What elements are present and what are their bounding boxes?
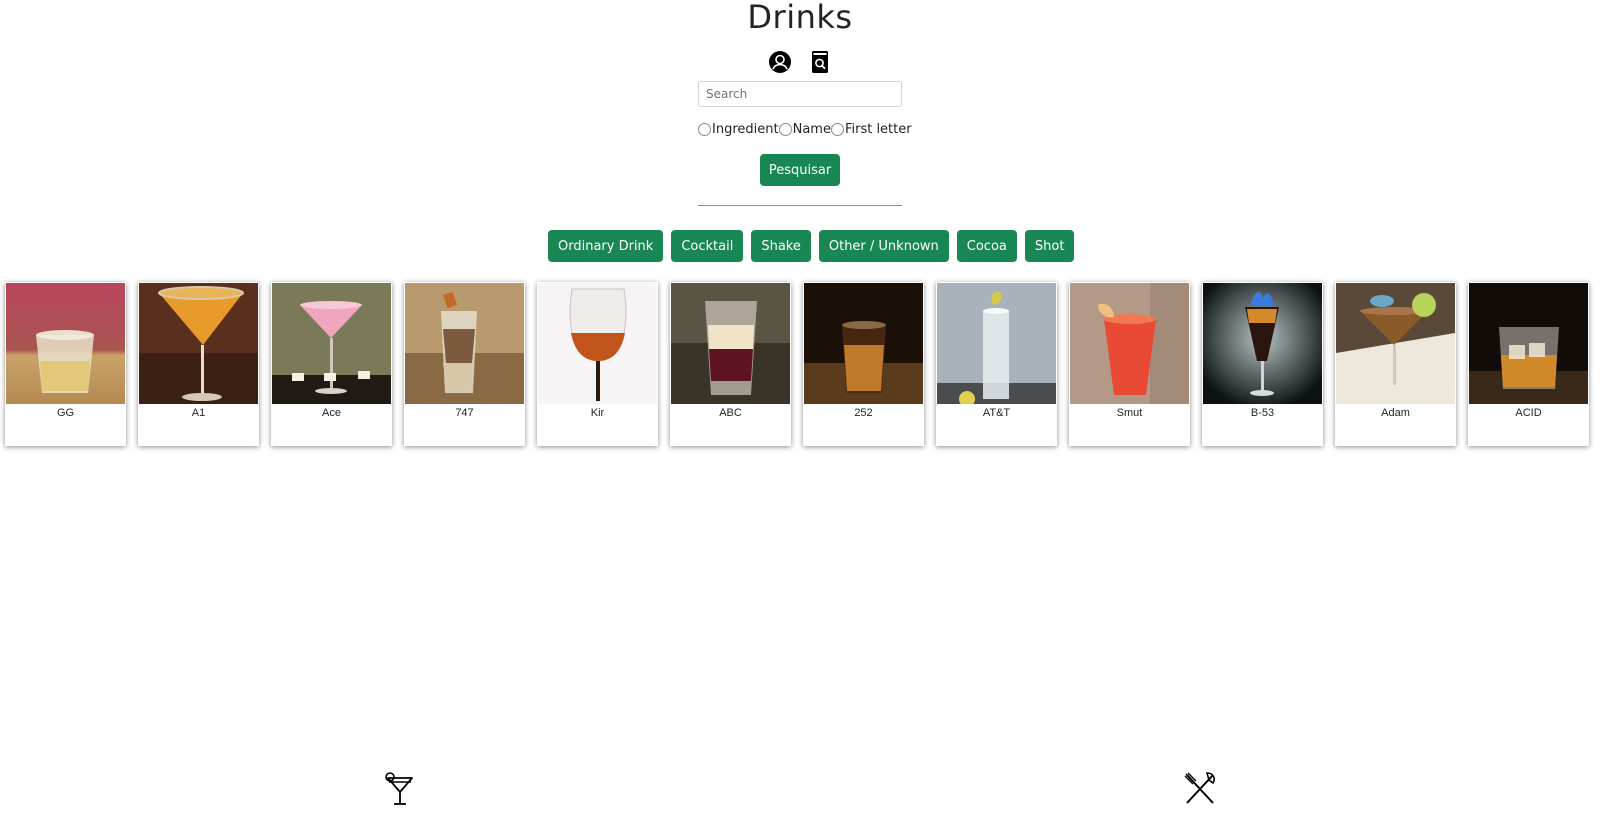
search-type-options: Ingredient Name First letter [698, 122, 912, 137]
drink-thumbnail [804, 283, 923, 404]
drink-name: 747 [455, 407, 474, 419]
category-cocktail-button[interactable]: Cocktail [671, 230, 744, 262]
drink-thumbnail [1336, 283, 1455, 404]
drink-thumbnail [272, 283, 391, 404]
drink-card[interactable]: Adam [1335, 282, 1456, 446]
drink-name: Kir [590, 407, 605, 419]
drink-name: AT&T [982, 407, 1011, 419]
header-actions [0, 50, 1600, 74]
category-other-unknown-button[interactable]: Other / Unknown [818, 230, 949, 262]
drink-thumbnail [6, 283, 125, 404]
drink-thumbnail [538, 283, 657, 404]
cocktail-icon[interactable] [382, 770, 418, 806]
radio-name[interactable]: Name [778, 122, 831, 137]
drink-card[interactable]: Kir [537, 282, 658, 446]
bottom-nav [0, 770, 1600, 810]
drink-card[interactable]: GG [5, 282, 126, 446]
drink-name: A1 [191, 407, 206, 419]
radio-name-label: Name [792, 122, 831, 137]
drink-name: ACID [1515, 407, 1542, 419]
radio-first-letter[interactable]: First letter [830, 122, 912, 137]
drink-name: 252 [854, 407, 873, 419]
search-input[interactable] [698, 81, 902, 107]
drink-thumbnail [937, 283, 1056, 404]
drink-name: Adam [1381, 407, 1410, 419]
category-filters: Ordinary Drink Cocktail Shake Other / Un… [548, 230, 1075, 262]
radio-first-letter-dot[interactable] [830, 123, 844, 136]
drink-thumbnail [139, 283, 258, 404]
category-cocoa-button[interactable]: Cocoa [956, 230, 1017, 262]
fork-knife-icon[interactable] [1182, 770, 1218, 806]
search-submit-button[interactable]: Pesquisar [760, 154, 840, 186]
drink-card[interactable]: ABC [670, 282, 791, 446]
drink-thumbnail [1469, 283, 1588, 404]
radio-first-letter-label: First letter [844, 122, 912, 137]
drink-card[interactable]: A1 [138, 282, 259, 446]
category-ordinary-drink-button[interactable]: Ordinary Drink [548, 230, 664, 262]
category-shot-button[interactable]: Shot [1024, 230, 1075, 262]
drink-name: Smut [1116, 407, 1143, 419]
drink-thumbnail [671, 283, 790, 404]
drink-card[interactable]: 252 [803, 282, 924, 446]
drink-thumbnail [1203, 283, 1322, 404]
radio-ingredient[interactable]: Ingredient [698, 122, 779, 137]
page-header: Drinks [0, 0, 1600, 34]
drink-card[interactable]: Ace [271, 282, 392, 446]
drink-name: B-53 [1250, 407, 1275, 419]
category-shake-button[interactable]: Shake [751, 230, 811, 262]
drink-name: Ace [322, 407, 341, 419]
drink-card[interactable]: 747 [404, 282, 525, 446]
profile-icon[interactable] [768, 50, 792, 74]
drink-name: ABC [719, 407, 742, 419]
drink-name: GG [56, 407, 75, 419]
drink-card[interactable]: ACID [1468, 282, 1589, 446]
search-form [698, 81, 902, 107]
search-book-icon[interactable] [808, 50, 832, 74]
divider [698, 205, 902, 206]
drinks-page: Drinks Ingredient Name [0, 0, 1600, 813]
radio-name-dot[interactable] [778, 123, 792, 136]
drink-card[interactable]: AT&T [936, 282, 1057, 446]
page-title: Drinks [747, 0, 853, 36]
drink-card[interactable]: B-53 [1202, 282, 1323, 446]
drink-thumbnail [1070, 283, 1189, 404]
drink-thumbnail [405, 283, 524, 404]
drink-card[interactable]: Smut [1069, 282, 1190, 446]
drink-card-list: GG A1 Ace 747 Kir ABC 252 AT&T Smut B-53… [5, 282, 1589, 446]
radio-ingredient-label: Ingredient [712, 122, 779, 137]
radio-ingredient-dot[interactable] [698, 123, 711, 136]
